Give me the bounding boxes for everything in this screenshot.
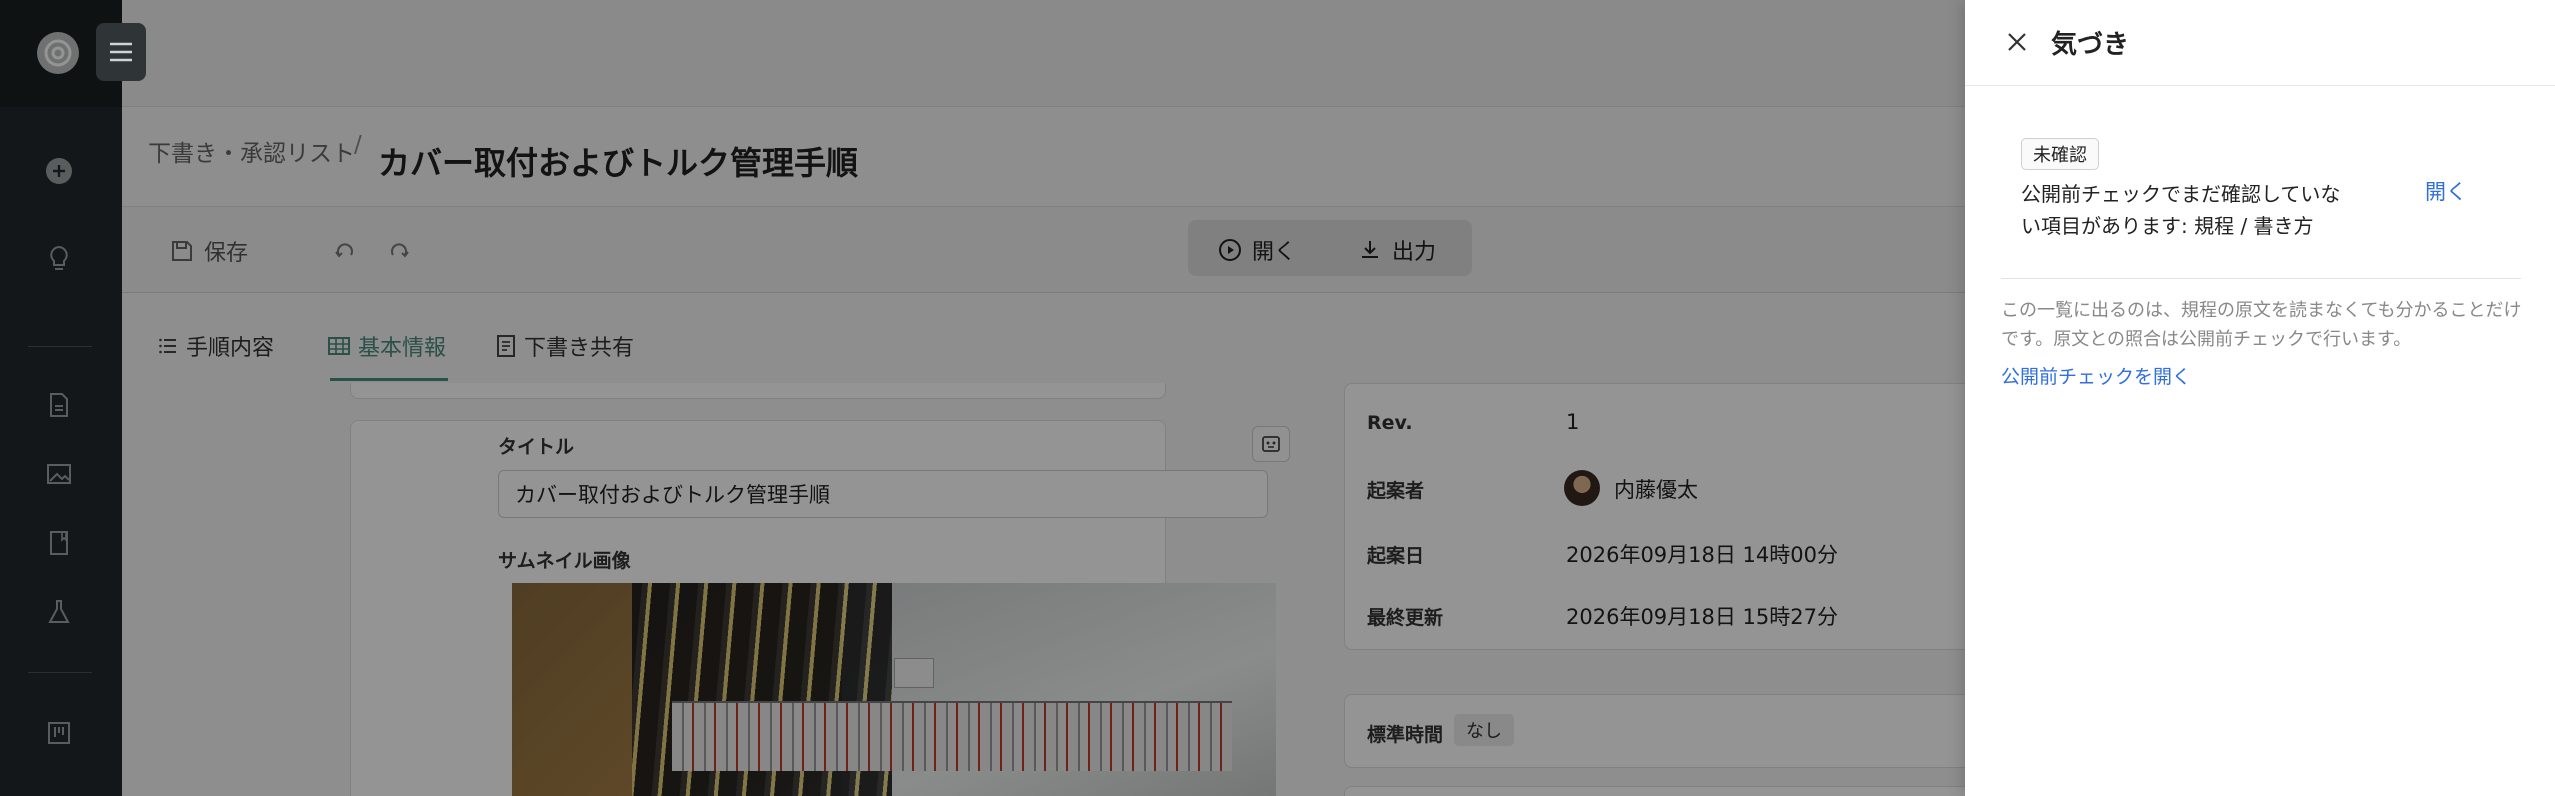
menu-toggle-button[interactable] [96,23,146,81]
close-icon [2008,33,2026,51]
modal-overlay[interactable] [0,0,1965,796]
drawer-note: この一覧に出るのは、規程の原文を読まなくても分かることだけです。原文との照合は公… [2001,300,2522,350]
drawer-title: 気づき [2051,30,2130,60]
status-badge: 未確認 [2021,138,2099,170]
notice-item: 未確認 公開前チェックでまだ確認していない項目があります: 規程 / 書き方 開… [2021,138,2521,274]
notice-drawer: 気づき 未確認 公開前チェックでまだ確認していない項目があります: 規程 / 書… [1965,0,2555,796]
notice-divider [2001,278,2521,279]
app-root: 下書き・承認リスト / カバー取付およびトルク管理手順 保存 開く 出力 手順内… [0,0,2555,796]
close-button[interactable] [2001,26,2033,58]
open-prepublish-check-link[interactable]: 公開前チェックを開く [2001,362,2191,389]
notice-open-link[interactable]: 開く [2425,176,2467,206]
notice-text: 公開前チェックでまだ確認していない項目があります: 規程 / 書き方 [2021,182,2341,238]
